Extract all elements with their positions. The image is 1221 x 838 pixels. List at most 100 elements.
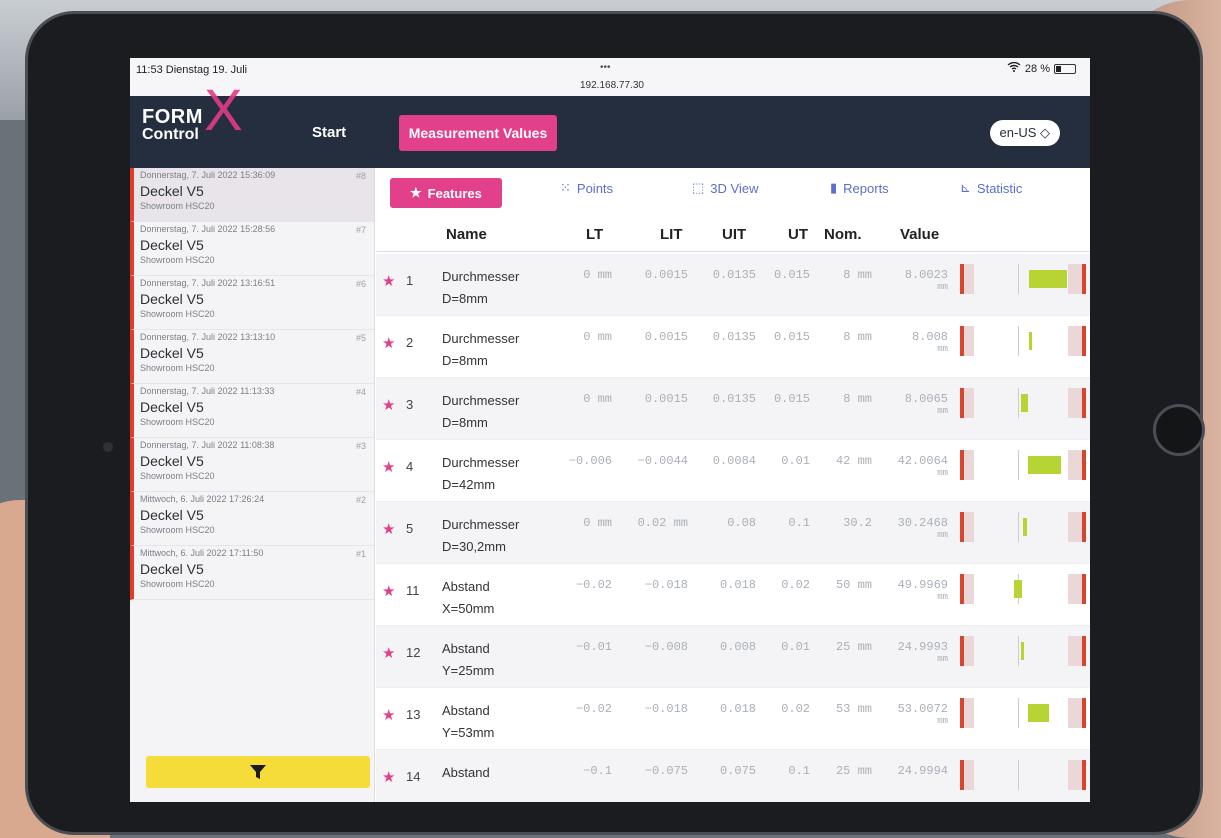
list-item-date: Donnerstag, 7. Juli 2022 11:13:33 [140, 386, 275, 396]
status-time-date: 11:53 Dienstag 19. Juli [136, 64, 248, 76]
tab-points[interactable]: ⁙ Points [560, 180, 613, 196]
table-row[interactable]: ★ 14 Abstand −0.1 −0.075 0.075 0.1 25 mm 24.9994 [376, 750, 1090, 802]
table-row[interactable]: ★ 3 Durchmesser D=8mm 0 mm 0.0015 0.0135 0.015 8… [376, 378, 1090, 440]
content-area: Donnerstag, 7. Juli 2022 15:36:09 #8 Decke… [130, 168, 1090, 802]
list-item-title: Deckel V5 [140, 507, 204, 523]
cell-lt: 0 mm [583, 268, 612, 282]
favorite-star-icon[interactable]: ★ [382, 334, 395, 352]
cell-uit: 0.0084 [712, 454, 756, 468]
list-item[interactable]: Donnerstag, 7. Juli 2022 15:28:56 #7 Decke… [130, 222, 374, 276]
tolerance-bar [960, 636, 1086, 666]
list-item[interactable]: Donnerstag, 7. Juli 2022 11:08:38 #3 Decke… [130, 438, 374, 492]
table-body: ★ 1 Durchmesser D=8mm 0 mm 0.0015 0.0135 0.015 8… [376, 254, 1090, 802]
cell-value-unit: mm [937, 468, 948, 478]
filter-button[interactable] [146, 756, 370, 788]
list-item[interactable]: Mittwoch, 6. Juli 2022 17:11:50 #1 Deckel … [130, 546, 374, 600]
tolerance-bar [960, 760, 1086, 790]
row-index: 13 [406, 707, 421, 722]
wifi-icon [1007, 61, 1021, 75]
cube-icon: ⬚ [692, 180, 705, 195]
feature-name: Abstand Y=25mm [442, 638, 494, 682]
upper-limit-mark [1082, 512, 1086, 542]
home-button[interactable] [1153, 404, 1205, 456]
cell-value: 24.9993 mm [878, 640, 948, 664]
row-index: 1 [406, 273, 414, 288]
tolerance-bar [960, 450, 1086, 480]
table-row[interactable]: ★ 12 Abstand Y=25mm −0.01 −0.008 0.008 0.01 25 m… [376, 626, 1090, 688]
list-item-subtitle: Showroom HSC20 [140, 363, 215, 373]
row-index: 5 [406, 521, 414, 536]
cell-lt: −0.1 [583, 764, 612, 778]
upper-warning-zone [1068, 326, 1082, 356]
table-row[interactable]: ★ 5 Durchmesser D=30,2mm 0 mm 0.02 mm 0.08 0.1 3… [376, 502, 1090, 564]
favorite-star-icon[interactable]: ★ [382, 582, 395, 600]
cell-nom: 30.2 [843, 516, 872, 530]
cell-nom: 25 mm [835, 764, 872, 778]
cell-uit: 0.0135 [712, 268, 756, 282]
feature-type: Durchmesser [442, 269, 520, 284]
tab-reports[interactable]: ▮ Reports [830, 180, 889, 196]
favorite-star-icon[interactable]: ★ [382, 520, 395, 538]
list-item[interactable]: Donnerstag, 7. Juli 2022 11:13:33 #4 Decke… [130, 384, 374, 438]
favorite-star-icon[interactable]: ★ [382, 768, 395, 786]
col-ut: UT [788, 226, 808, 243]
deviation-fill [1028, 270, 1067, 288]
table-row[interactable]: ★ 4 Durchmesser D=42mm −0.006 −0.0044 0.0084 0.… [376, 440, 1090, 502]
tab-features[interactable]: ★ Features [390, 178, 502, 208]
table-row[interactable]: ★ 11 Abstand X=50mm −0.02 −0.018 0.018 0.02 50 m… [376, 564, 1090, 626]
cell-value-number: 42.0064 [897, 454, 948, 468]
multitask-dots-icon[interactable]: ••• [600, 62, 611, 73]
nav-start[interactable]: Start [312, 124, 346, 141]
tab-reports-label: Reports [843, 180, 889, 196]
table-row[interactable]: ★ 2 Durchmesser D=8mm 0 mm 0.0015 0.0135 0.015 8… [376, 316, 1090, 378]
feature-type: Abstand [442, 641, 490, 656]
favorite-star-icon[interactable]: ★ [382, 644, 395, 662]
favorite-star-icon[interactable]: ★ [382, 272, 395, 290]
battery-icon [1054, 63, 1076, 74]
feature-name: Durchmesser D=8mm [442, 328, 519, 372]
deviation-fill [1027, 704, 1049, 722]
cell-lit: 0.02 mm [637, 516, 688, 530]
list-item-number: #6 [355, 279, 366, 289]
favorite-star-icon[interactable]: ★ [382, 706, 395, 724]
list-item-subtitle: Showroom HSC20 [140, 525, 215, 535]
tolerance-bar [960, 264, 1086, 294]
list-item-subtitle: Showroom HSC20 [140, 309, 215, 319]
tab-3d-view-label: 3D View [710, 180, 759, 196]
row-index: 2 [406, 335, 414, 350]
row-index: 11 [406, 583, 420, 598]
favorite-star-icon[interactable]: ★ [382, 396, 395, 414]
deviation-fill [1023, 518, 1027, 536]
list-item[interactable]: Donnerstag, 7. Juli 2022 13:16:51 #6 Decke… [130, 276, 374, 330]
nominal-line [1018, 264, 1019, 294]
language-select[interactable]: en-US ◇ [989, 120, 1060, 146]
list-item-number: #3 [355, 441, 366, 451]
lower-warning-zone [964, 636, 974, 666]
cell-ut: 0.015 [773, 392, 810, 406]
tab-3d-view[interactable]: ⬚ 3D View [692, 180, 758, 196]
tab-statistic[interactable]: ⊾ Statistic [960, 180, 1022, 196]
list-item-date: Donnerstag, 7. Juli 2022 15:36:09 [140, 170, 276, 180]
status-right: 28 % [1007, 61, 1076, 75]
feature-type: Durchmesser [442, 517, 520, 532]
favorite-star-icon[interactable]: ★ [382, 458, 395, 476]
deviation-fill [1027, 456, 1061, 474]
cell-value-unit: mm [937, 344, 948, 354]
cell-nom: 8 mm [843, 268, 872, 282]
table-row[interactable]: ★ 1 Durchmesser D=8mm 0 mm 0.0015 0.0135 0.015 8… [376, 254, 1090, 316]
list-item[interactable]: Donnerstag, 7. Juli 2022 15:36:09 #8 Decke… [130, 168, 374, 222]
feature-spec: Y=25mm [442, 663, 495, 678]
feature-type: Durchmesser [442, 331, 520, 346]
lower-warning-zone [964, 388, 974, 418]
cell-nom: 25 mm [835, 640, 872, 654]
list-item[interactable]: Donnerstag, 7. Juli 2022 13:13:10 #5 Decke… [130, 330, 374, 384]
cell-value: 8.0065 mm [878, 392, 948, 416]
list-item-subtitle: Showroom HSC20 [140, 255, 215, 265]
star-icon: ★ [410, 185, 422, 200]
list-item-date: Mittwoch, 6. Juli 2022 17:11:50 [140, 548, 264, 558]
nav-measurement-values[interactable]: Measurement Values [399, 115, 557, 151]
list-item[interactable]: Mittwoch, 6. Juli 2022 17:26:24 #2 Deckel … [130, 492, 374, 546]
table-row[interactable]: ★ 13 Abstand Y=53mm −0.02 −0.018 0.018 0.02 53 m… [376, 688, 1090, 750]
list-item-subtitle: Showroom HSC20 [140, 201, 215, 211]
list-item-number: #4 [355, 387, 366, 397]
